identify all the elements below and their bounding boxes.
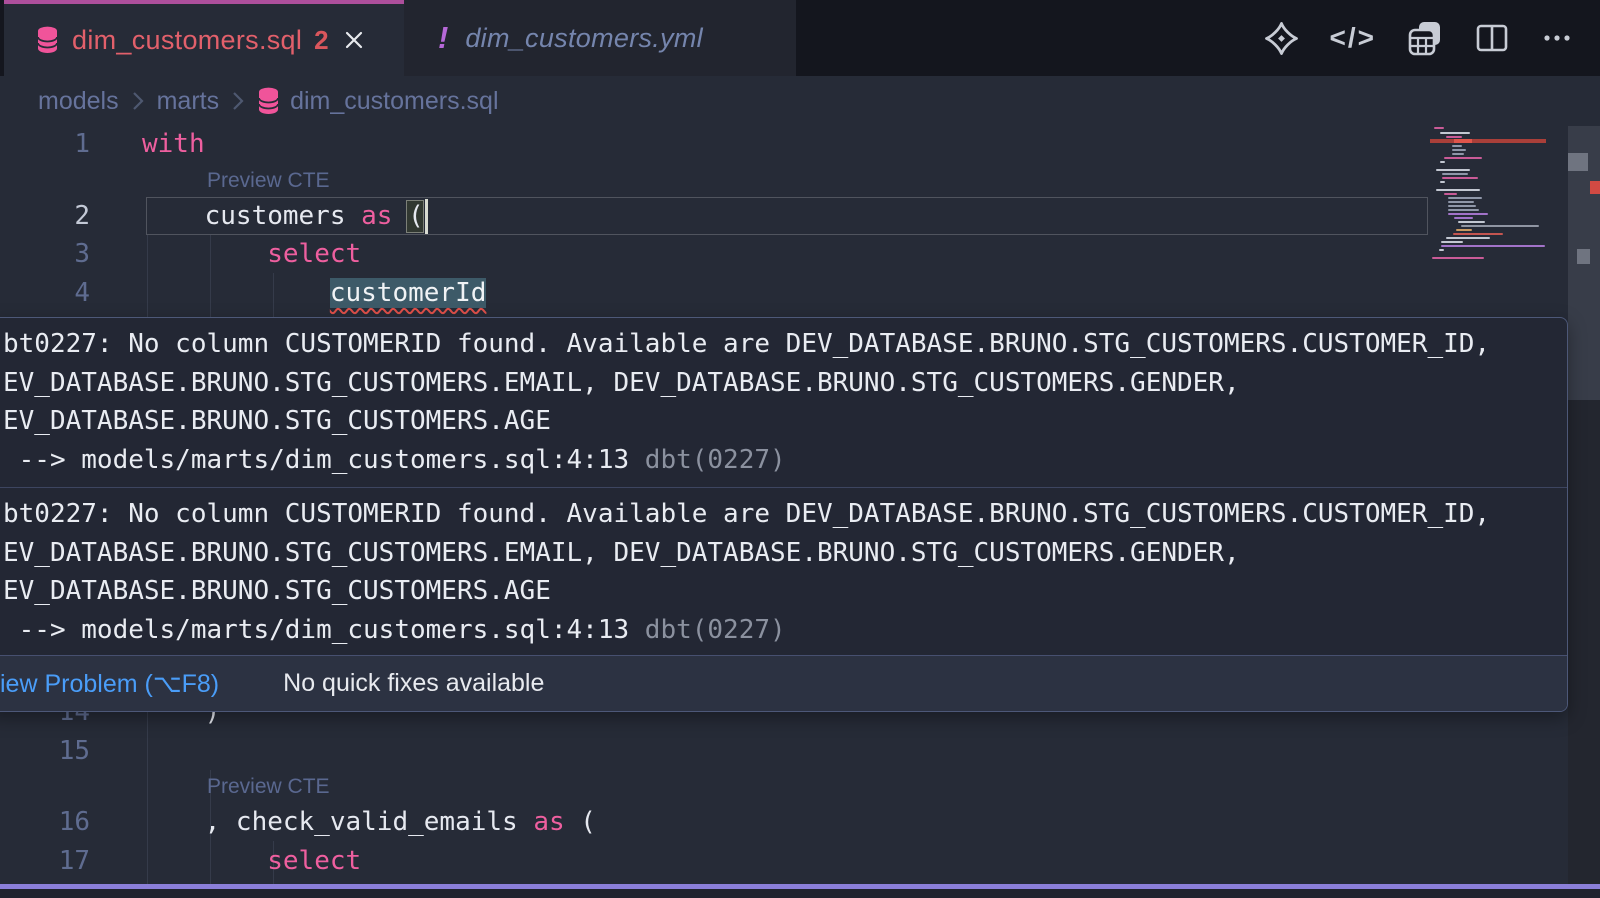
line-number: 4 — [0, 274, 90, 313]
minimap-error-line — [1430, 139, 1546, 143]
line-number: 1 — [0, 125, 90, 164]
minimap[interactable] — [1430, 126, 1546, 262]
hover-status-bar: iew Problem (⌥F8) No quick fixes availab… — [0, 655, 1567, 711]
panel-border-accent[interactable] — [0, 884, 1600, 889]
breadcrumb-item-models[interactable]: models — [38, 87, 119, 116]
code-text: customerId — [142, 274, 486, 313]
error-message: bt0227: No column CUSTOMERID found. Avai… — [0, 488, 1567, 657]
view-problem-link[interactable]: iew Problem (⌥F8) — [0, 669, 219, 699]
hover-messages: bt0227: No column CUSTOMERID found. Avai… — [0, 318, 1567, 657]
error-exclamation-icon: ! — [438, 20, 448, 56]
overview-ruler-mark — [1590, 181, 1600, 194]
bottom-strip — [0, 889, 1600, 898]
tab-title: dim_customers.sql — [72, 25, 302, 56]
database-icon — [257, 87, 280, 115]
code-line[interactable]: 15 — [0, 732, 1428, 771]
code-lens-preview-cte[interactable]: Preview CTE — [207, 770, 330, 803]
line-number: 2 — [0, 197, 90, 236]
database-icon — [36, 26, 59, 54]
code-text: select — [142, 235, 361, 274]
close-icon[interactable] — [343, 29, 365, 51]
error-hover-popup: bt0227: No column CUSTOMERID found. Avai… — [0, 317, 1568, 712]
tab-title: dim_customers.yml — [465, 23, 703, 54]
code-line[interactable]: 2 customers as ( — [0, 197, 1428, 236]
diagnostic-source: dbt(0227) — [629, 445, 786, 475]
line-number: 3 — [0, 235, 90, 274]
chevron-right-icon — [231, 89, 245, 113]
tab-dim-customers-yml[interactable]: ! dim_customers.yml — [404, 0, 796, 76]
line-number: 16 — [0, 803, 90, 842]
overview-ruler-mark — [1577, 249, 1590, 264]
chevron-right-icon — [131, 89, 145, 113]
code-line[interactable]: 17 select — [0, 842, 1428, 881]
more-actions-icon[interactable] — [1540, 21, 1574, 55]
error-token-customerid: customerId — [330, 278, 487, 308]
breadcrumb-item-marts[interactable]: marts — [157, 87, 220, 116]
breadcrumb: models marts dim_customers.sql — [0, 76, 1600, 126]
tab-dim-customers-sql[interactable]: dim_customers.sql 2 — [4, 0, 404, 76]
code-text: customers as ( — [142, 197, 424, 236]
dbt-icon[interactable] — [1263, 20, 1300, 57]
query-results-icon[interactable] — [1406, 19, 1444, 57]
line-number: 17 — [0, 842, 90, 881]
overview-ruler-mark — [1568, 153, 1588, 171]
split-editor-icon[interactable] — [1474, 20, 1510, 56]
code-icon[interactable]: </> — [1330, 22, 1376, 54]
text-cursor — [425, 199, 429, 234]
scrollbar-track[interactable] — [1568, 126, 1600, 898]
diagnostic-source: dbt(0227) — [629, 615, 786, 645]
no-quick-fixes-label: No quick fixes available — [283, 669, 544, 698]
code-text: , check_valid_emails as ( — [142, 803, 596, 842]
code-line[interactable]: 16 , check_valid_emails as ( — [0, 803, 1428, 842]
tab-problem-badge: 2 — [314, 25, 328, 56]
code-text: select — [142, 842, 361, 881]
code-text: with — [142, 125, 205, 164]
line-number: 15 — [0, 732, 90, 771]
code-line[interactable]: 4 customerId — [0, 274, 1428, 313]
code-line[interactable]: 3 select — [0, 235, 1428, 274]
breadcrumb-item-file[interactable]: dim_customers.sql — [290, 87, 498, 116]
error-message: bt0227: No column CUSTOMERID found. Avai… — [0, 318, 1567, 487]
code-line[interactable]: 1 with — [0, 125, 1428, 164]
code-lens-preview-cte[interactable]: Preview CTE — [207, 164, 330, 197]
editor-toolbar: </> — [1263, 0, 1574, 76]
